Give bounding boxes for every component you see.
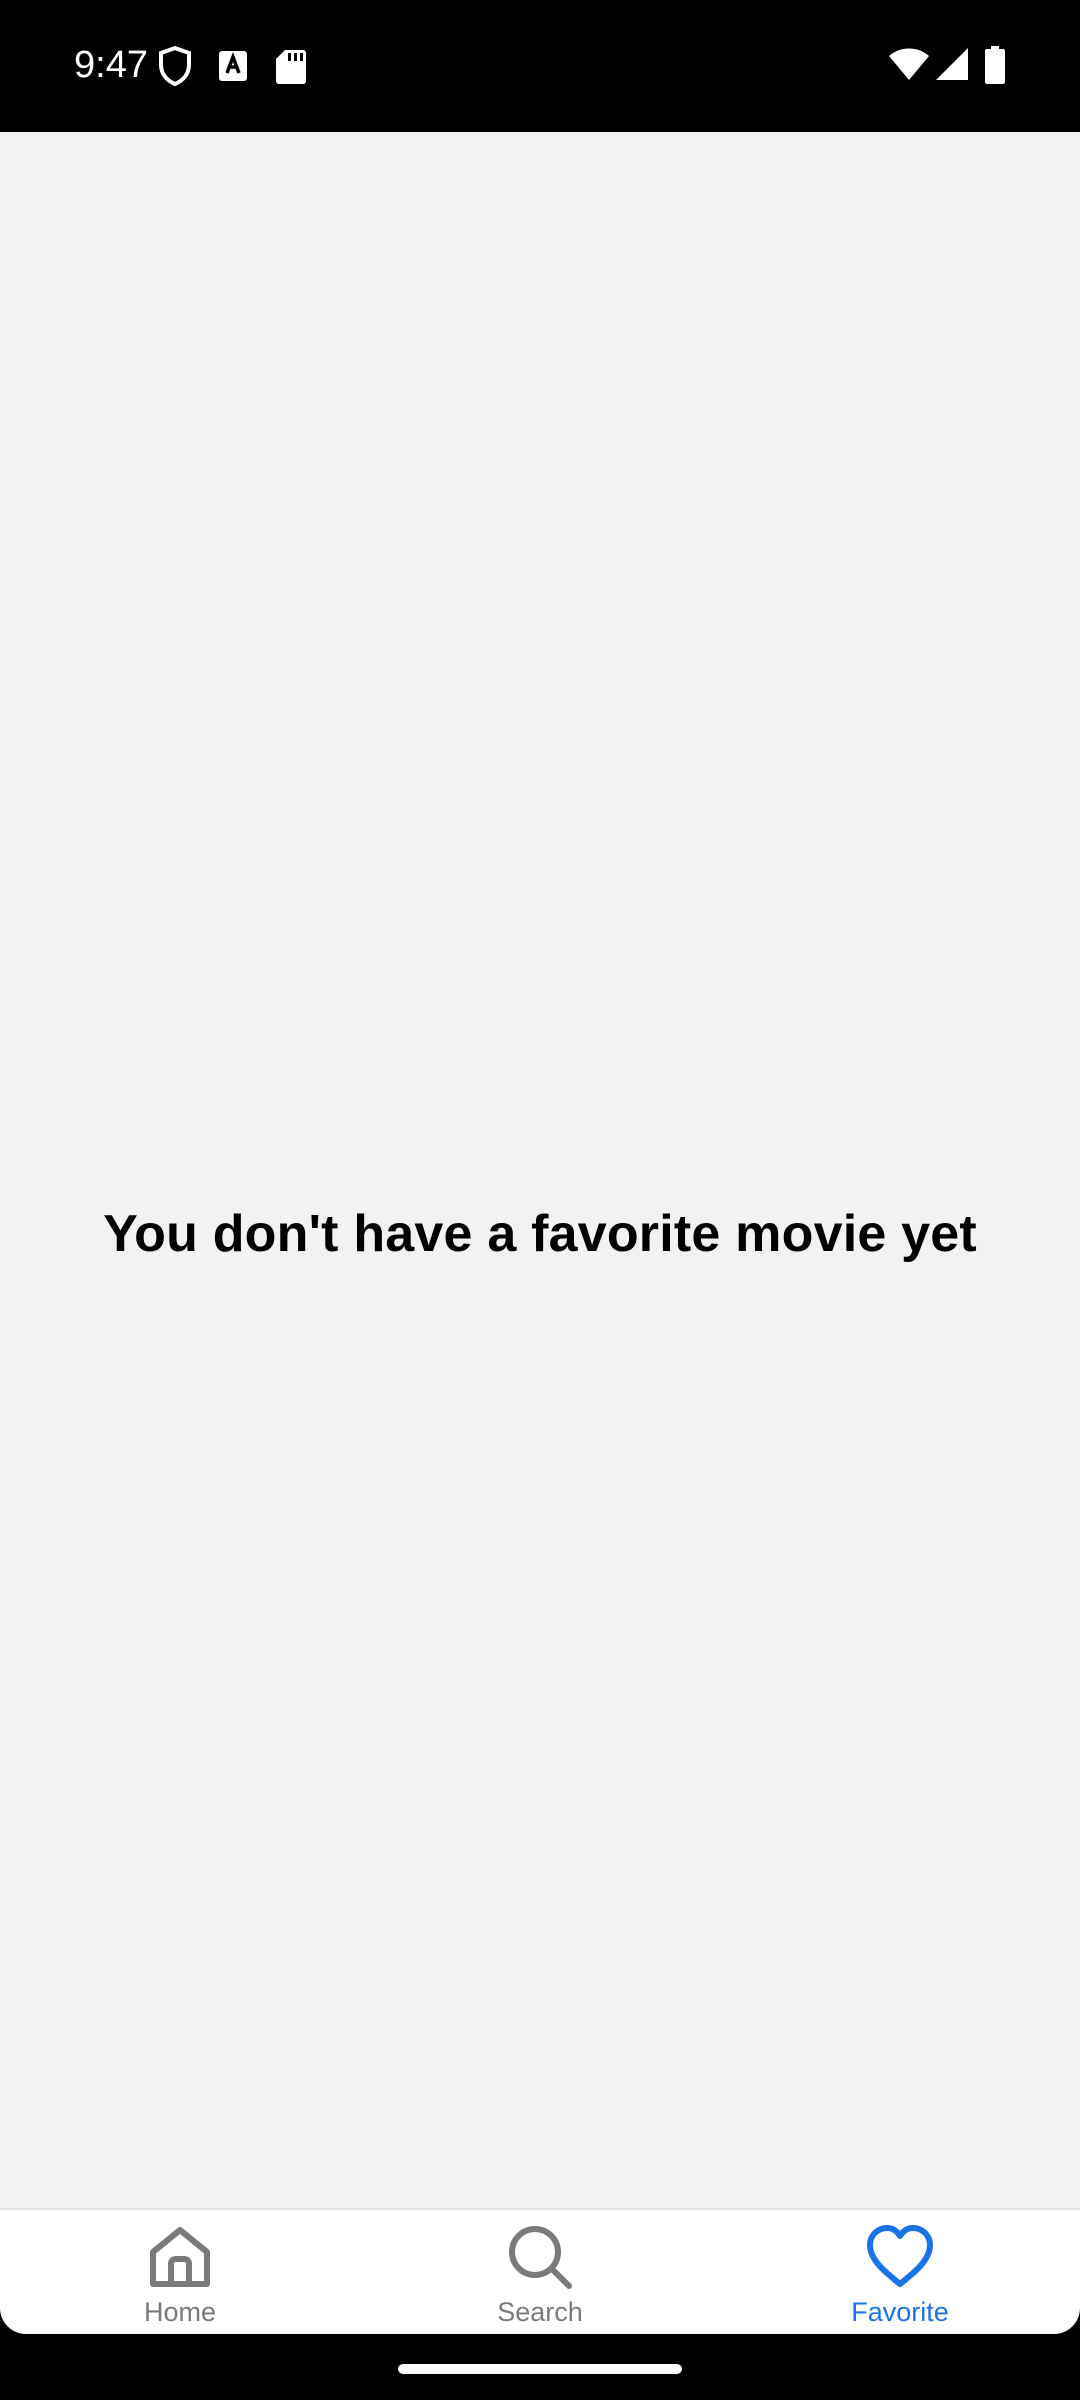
battery-icon <box>985 46 1005 89</box>
status-time: 9:47 <box>74 44 148 86</box>
favorites-content: You don't have a favorite movie yet <box>0 132 1080 2208</box>
cell-signal-icon <box>936 48 968 85</box>
gesture-home-handle[interactable] <box>398 2364 682 2374</box>
wifi-icon <box>889 48 929 85</box>
sd-card-icon <box>276 50 306 89</box>
heart-icon <box>865 2222 935 2292</box>
nav-tab-home-label: Home <box>143 2297 217 2327</box>
a-keyboard-icon <box>219 51 247 86</box>
empty-favorites-message: You don't have a favorite movie yet <box>103 1205 977 1263</box>
bottom-navigation-bar: Home Search Favorite <box>0 2208 1080 2334</box>
phone-screen: 9:47 You don't have a favorite movie yet… <box>0 0 1080 2400</box>
status-bar: 9:47 <box>0 0 1080 132</box>
nav-tab-favorite-label: Favorite <box>851 2297 949 2327</box>
search-icon <box>505 2222 575 2292</box>
shield-icon <box>158 45 192 91</box>
nav-tab-home[interactable]: Home <box>0 2210 360 2334</box>
system-gesture-area <box>0 2334 1080 2400</box>
nav-tab-search-label: Search <box>497 2297 583 2327</box>
nav-tab-favorite[interactable]: Favorite <box>720 2210 1080 2334</box>
home-icon <box>145 2222 215 2292</box>
nav-tab-search[interactable]: Search <box>360 2210 720 2334</box>
